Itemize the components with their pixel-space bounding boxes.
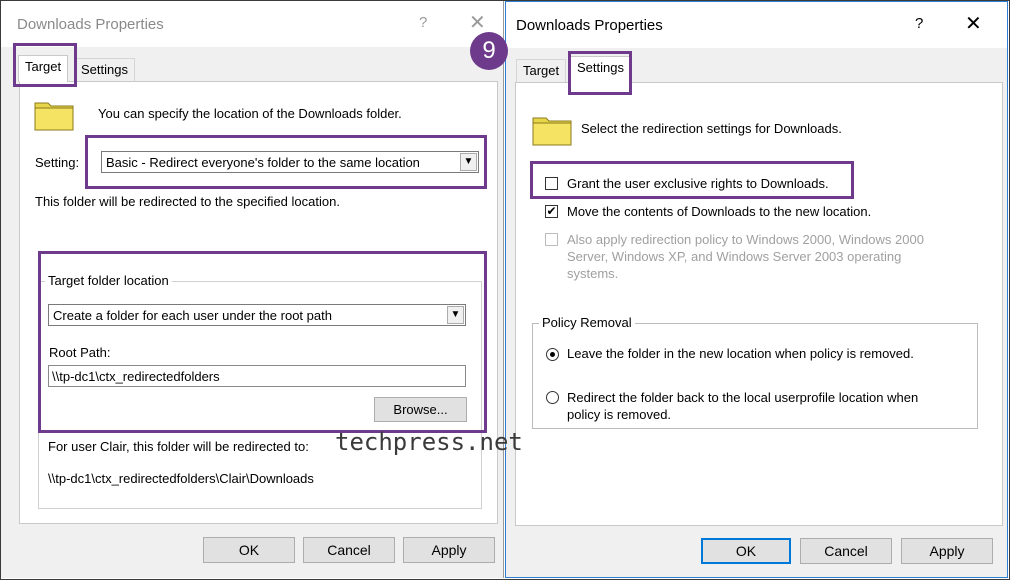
highlight-setting-dropdown xyxy=(85,135,487,189)
policy-removal-group: Policy Removal Leave the folder in the n… xyxy=(532,315,978,429)
highlight-settings-tab xyxy=(568,51,632,95)
intro-text: Select the redirection settings for Down… xyxy=(581,121,842,136)
apply-button[interactable]: Apply xyxy=(901,538,993,564)
example-text: For user Clair, this folder will be redi… xyxy=(48,439,309,454)
move-contents-label: Move the contents of Downloads to the ne… xyxy=(567,204,872,219)
cancel-button[interactable]: Cancel xyxy=(800,538,892,564)
tab-target[interactable]: Target xyxy=(516,59,567,83)
leave-folder-label: Leave the folder in the new location whe… xyxy=(567,346,914,361)
close-icon[interactable]: ✕ xyxy=(469,10,486,35)
leave-folder-radio[interactable] xyxy=(546,348,559,361)
left-dialog-title: Downloads Properties xyxy=(17,16,164,33)
intro-text: You can specify the location of the Down… xyxy=(98,106,402,121)
help-icon[interactable]: ? xyxy=(419,14,427,31)
move-contents-checkbox[interactable]: ✔ xyxy=(545,205,558,218)
redirect-back-label-line2: policy is removed. xyxy=(567,407,672,422)
apply-button[interactable]: Apply xyxy=(403,537,495,563)
help-icon[interactable]: ? xyxy=(915,15,923,32)
example-path: \\tp-dc1\ctx_redirectedfolders\Clair\Dow… xyxy=(48,471,314,486)
folder-icon xyxy=(34,102,74,131)
redirect-back-radio[interactable] xyxy=(546,391,559,404)
folder-icon xyxy=(532,117,572,146)
also-apply-label-line3: systems. xyxy=(567,266,619,281)
right-tab-panel: Select the redirection settings for Down… xyxy=(515,82,1003,526)
ok-button[interactable]: OK xyxy=(701,538,791,564)
also-apply-label-line1: Also apply redirection policy to Windows… xyxy=(567,232,924,247)
close-icon[interactable]: ✕ xyxy=(965,11,982,36)
highlight-target-folder xyxy=(38,251,487,433)
watermark-text: techpress.net xyxy=(335,428,523,456)
highlight-grant-rights xyxy=(530,161,854,199)
policy-removal-label: Policy Removal xyxy=(539,315,635,330)
step-badge: 9 xyxy=(470,32,508,70)
redirect-back-label-line1: Redirect the folder back to the local us… xyxy=(567,390,919,405)
cancel-button[interactable]: Cancel xyxy=(303,537,395,563)
also-apply-label-line2: Server, Windows XP, and Windows Server 2… xyxy=(567,249,902,264)
right-title-bar: Downloads Properties ? ✕ xyxy=(506,2,1007,48)
setting-label: Setting: xyxy=(35,155,80,170)
redirect-note: This folder will be redirected to the sp… xyxy=(35,194,340,209)
ok-button[interactable]: OK xyxy=(203,537,295,563)
also-apply-checkbox[interactable] xyxy=(545,233,558,246)
tab-settings[interactable]: Settings xyxy=(74,58,135,82)
highlight-target-tab xyxy=(13,43,77,87)
left-title-bar: Downloads Properties ? ✕ xyxy=(1,1,503,47)
right-dialog-title: Downloads Properties xyxy=(516,17,663,34)
